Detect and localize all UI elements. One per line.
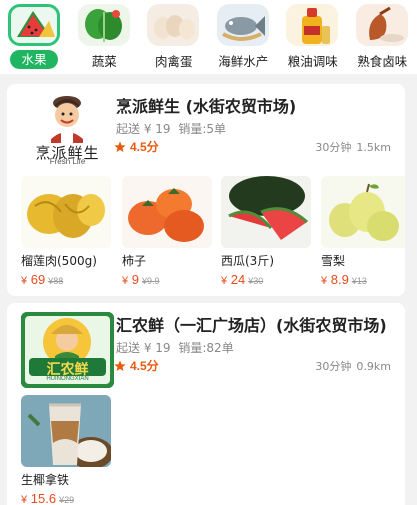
product-price: ¥ 15.6 ¥29 — [21, 490, 113, 505]
delivery-time: 30分钟 — [315, 360, 352, 373]
product-price: ¥ 24 ¥30 — [221, 271, 313, 289]
star-icon — [114, 141, 126, 152]
roast-duck-icon — [355, 4, 408, 46]
distance: 0.9km — [356, 360, 391, 373]
category-vegetable[interactable]: 蔬菜 — [70, 0, 140, 74]
current-price: ¥ 15.6 — [21, 491, 57, 505]
category-label: 粮油调味 — [287, 54, 338, 69]
product-name: 生椰拿铁 — [21, 473, 70, 487]
logo-subtext: HUINONGXIAN — [46, 376, 89, 382]
shop-logo: 烹派鲜生 Fresh Life — [21, 93, 114, 169]
product-card[interactable]: 雪梨 ¥ 8.9 ¥13 — [321, 176, 405, 289]
category-label: 肉禽蛋 — [154, 54, 193, 69]
product-price: ¥ 69 ¥88 — [21, 271, 113, 289]
fish-icon — [216, 4, 269, 46]
category-label: 海鲜水产 — [218, 54, 269, 69]
delivery-info: 30分钟 1.5km — [315, 139, 391, 155]
product-name: 雪梨 — [321, 254, 346, 268]
product-row: 榴莲肉(500g) ¥ 69 ¥88 柿子 ¥ 9 ¥9.9 西瓜(3斤) ¥ … — [7, 176, 405, 294]
pear-icon — [321, 176, 405, 248]
product-name: 柿子 — [122, 254, 147, 268]
current-price: ¥ 24 — [221, 272, 246, 287]
shop-meta: 起送 ¥ 19 销量:5单 — [116, 120, 230, 137]
watermelon-icon — [8, 4, 60, 46]
current-price: ¥ 69 — [21, 272, 46, 287]
product-name: 榴莲肉(500g) — [21, 254, 97, 268]
product-name: 西瓜(3斤) — [221, 254, 274, 268]
product-price: ¥ 9 ¥9.9 — [122, 271, 214, 289]
shop-rating: 4.5分 — [114, 138, 159, 155]
shop-name[interactable]: 汇农鲜（一汇广场店）(水街农贸市场) — [116, 312, 401, 336]
watermelon-slice-icon — [221, 176, 311, 248]
shop-meta: 起送 ¥ 19 销量:82单 — [116, 339, 238, 356]
durian-icon — [21, 176, 111, 248]
product-card[interactable]: 西瓜(3斤) ¥ 24 ¥30 — [221, 176, 313, 289]
category-label: 水果 — [10, 50, 58, 69]
product-card[interactable]: 柿子 ¥ 9 ¥9.9 — [122, 176, 214, 289]
oil-bottle-icon — [286, 4, 338, 46]
vegetable-icon — [77, 4, 130, 46]
current-price: ¥ 8.9 — [321, 272, 349, 287]
shop-card[interactable]: 汇农鲜 HUINONGXIAN 汇农鲜（一汇广场店）(水街农贸市场) 起送 ¥ … — [7, 303, 405, 505]
star-icon — [114, 360, 126, 371]
category-cooked-food[interactable]: 熟食卤味 — [348, 0, 417, 74]
original-price: ¥9.9 — [141, 276, 160, 286]
egg-icon — [147, 4, 199, 46]
min-order: 起送 ¥ 19 — [116, 122, 171, 136]
coconut-latte-icon — [21, 395, 111, 467]
original-price: ¥29 — [59, 495, 75, 505]
sales-count: 销量:82单 — [178, 341, 234, 355]
rating-value: 4.5分 — [130, 140, 159, 154]
original-price: ¥13 — [351, 276, 367, 286]
original-price: ¥30 — [248, 276, 264, 286]
distance: 1.5km — [356, 141, 391, 154]
product-card[interactable]: 生椰拿铁 ¥ 15.6 ¥29 — [21, 395, 113, 505]
current-price: ¥ 9 — [122, 272, 139, 287]
shop-rating: 4.5分 — [114, 357, 159, 374]
category-label: 熟食卤味 — [357, 54, 408, 69]
category-seafood[interactable]: 海鲜水产 — [209, 0, 279, 74]
original-price: ¥88 — [48, 276, 64, 286]
product-card[interactable]: 榴莲肉(500g) ¥ 69 ¥88 — [21, 176, 113, 289]
min-order: 起送 ¥ 19 — [116, 341, 171, 355]
rating-value: 4.5分 — [130, 359, 159, 373]
shop-card[interactable]: 烹派鲜生 Fresh Life 烹派鲜生 (水街农贸市场) 起送 ¥ 19 销量… — [7, 84, 405, 296]
product-price: ¥ 8.9 ¥13 — [321, 271, 405, 289]
delivery-time: 30分钟 — [315, 141, 352, 154]
category-meat-egg[interactable]: 肉禽蛋 — [139, 0, 209, 74]
category-fruit[interactable]: 水果 — [0, 0, 70, 74]
category-bar: 水果 蔬菜 肉禽蛋 海鲜水产 粮油调味 熟食卤味 — [0, 0, 417, 74]
category-grain-oil[interactable]: 粮油调味 — [278, 0, 348, 74]
persimmon-icon — [122, 176, 212, 248]
category-label: 蔬菜 — [91, 54, 117, 69]
delivery-info: 30分钟 0.9km — [315, 358, 391, 374]
sales-count: 销量:5单 — [178, 122, 227, 136]
product-row: 生椰拿铁 ¥ 15.6 ¥29 — [7, 395, 405, 505]
shop-logo: 汇农鲜 HUINONGXIAN — [21, 312, 114, 388]
shop-name[interactable]: 烹派鲜生 (水街农贸市场) — [116, 93, 401, 117]
logo-subtext: Fresh Life — [49, 157, 86, 166]
